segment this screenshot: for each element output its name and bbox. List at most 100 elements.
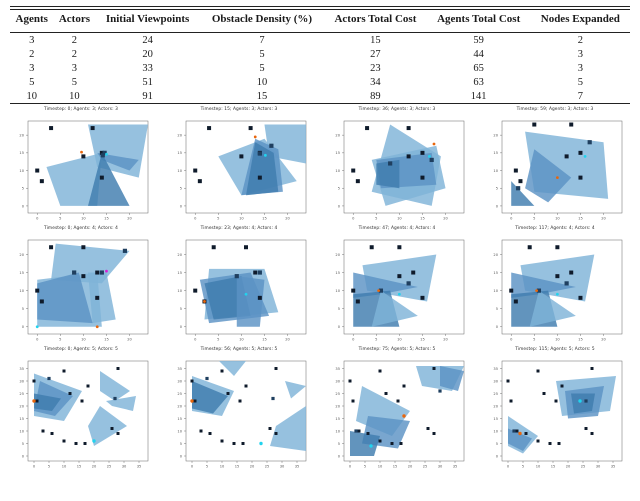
obstacle-marker	[116, 432, 120, 435]
y-tick-label: 0	[496, 454, 499, 458]
y-tick-label: 10	[177, 289, 182, 293]
agent-marker	[99, 270, 104, 275]
y-tick-label: 5	[180, 307, 182, 311]
agent-marker	[100, 153, 105, 158]
obstacle-marker	[420, 295, 425, 300]
table-cell: 63	[473, 76, 484, 88]
panel-title: Timestep: 36; Agents: 3; Actors: 3	[358, 107, 436, 112]
x-tick-label: 10	[397, 216, 402, 220]
y-tick-label: 10	[493, 169, 498, 173]
table-cell: 3	[29, 62, 35, 74]
obstacle-marker	[116, 367, 120, 370]
figure-panel: Timestep: 115; Agents: 5; Actors: 5 0 5 10 1…	[476, 346, 634, 473]
actor-marker	[369, 444, 373, 448]
y-tick-label: 5	[22, 442, 24, 446]
obstacle-marker	[509, 399, 513, 403]
y-tick-label: 15	[19, 417, 24, 421]
table-cell: 89	[370, 90, 381, 102]
table-cell: 34	[370, 76, 381, 88]
y-tick-label: 30	[177, 379, 182, 383]
actor-marker	[555, 176, 559, 180]
panel-title: Timestep: 15; Agents: 3; Actors: 3	[200, 107, 278, 112]
actor-marker	[190, 399, 194, 403]
obstacle-marker	[397, 245, 402, 250]
column-header-nodes-expanded: Nodes Expanded	[540, 13, 620, 25]
agent-marker	[257, 151, 262, 156]
table-cell: 3	[577, 48, 583, 60]
agent-marker	[72, 270, 77, 275]
actor-marker	[518, 431, 522, 436]
y-tick-label: 10	[19, 429, 24, 433]
visibility-polygon	[571, 393, 595, 414]
obstacle-marker	[348, 379, 352, 383]
obstacle-marker	[420, 175, 425, 180]
y-tick-label: 0	[338, 204, 341, 208]
y-tick-label: 35	[493, 367, 498, 371]
panel-title: Timestep: 59; Agents: 3; Actors: 3	[516, 107, 594, 112]
panel-title: Timestep: 117; Agents: 4; Actors: 4	[515, 226, 595, 231]
agent-marker	[234, 274, 239, 279]
x-tick-label: 20	[285, 216, 290, 220]
y-tick-label: 5	[338, 187, 340, 191]
obstacle-marker	[41, 429, 45, 433]
plot-canvas: 0 5 10 15 20 0 5 10 15 20	[335, 120, 465, 220]
obstacle-marker	[532, 122, 537, 127]
table-cell: 10	[256, 76, 268, 88]
y-tick-label: 0	[22, 325, 25, 329]
figure-grid: Timestep: 0; Agents: 3; Actors: 3 0 5 10 15 2…	[0, 106, 640, 473]
x-tick-label: 20	[92, 464, 97, 468]
agent-marker	[205, 376, 209, 381]
obstacle-marker	[548, 442, 552, 445]
column-header-agents: Agents	[15, 13, 48, 25]
panel-title: Timestep: 0; Agents: 4; Actors: 4	[44, 226, 118, 231]
obstacle-marker	[49, 126, 54, 131]
obstacle-marker	[49, 245, 54, 250]
obstacle-marker	[506, 379, 510, 383]
obstacle-marker	[524, 432, 528, 435]
x-tick-label: 0	[194, 216, 197, 220]
figure-panel: Timestep: 75; Agents: 5; Actors: 5 0 5 10 15…	[318, 346, 476, 473]
obstacle-marker	[257, 295, 262, 300]
obstacle-marker	[432, 367, 436, 370]
figure-panel: Timestep: 0; Agents: 3; Actors: 3 0 5 10 15 2…	[2, 106, 160, 225]
x-tick-label: 15	[262, 337, 267, 341]
x-tick-label: 5	[217, 216, 219, 220]
obstacle-marker	[197, 179, 202, 184]
obstacle-marker	[406, 126, 411, 131]
agent-marker	[564, 281, 569, 286]
x-tick-label: 15	[235, 464, 240, 468]
figure-panel: Timestep: 56; Agents: 5; Actors: 5 0 5 10 15…	[160, 346, 318, 473]
y-tick-label: 0	[338, 454, 341, 458]
x-tick-label: 20	[601, 216, 606, 220]
y-tick-label: 5	[338, 442, 340, 446]
y-tick-label: 35	[335, 367, 340, 371]
obstacle-marker	[199, 429, 203, 433]
column-header-obstacle-density: Obstacle Density (%)	[211, 13, 313, 25]
y-tick-label: 0	[22, 454, 25, 458]
x-tick-label: 0	[352, 216, 355, 220]
obstacle-marker	[193, 168, 198, 173]
actor-marker	[253, 135, 257, 139]
y-tick-label: 10	[493, 289, 498, 293]
obstacle-marker	[369, 245, 374, 250]
x-tick-label: 20	[408, 464, 413, 468]
obstacle-marker	[35, 288, 40, 293]
obstacle-marker	[274, 367, 278, 370]
y-tick-label: 25	[19, 392, 24, 396]
y-tick-label: 20	[493, 134, 498, 138]
table-cell: 5	[29, 76, 35, 88]
y-tick-label: 20	[493, 404, 498, 408]
obstacle-marker	[95, 295, 100, 300]
obstacle-marker	[268, 427, 272, 430]
actor-marker	[263, 153, 267, 157]
obstacle-marker	[62, 439, 66, 443]
table-cell: 2	[71, 48, 78, 60]
x-tick-label: 0	[194, 337, 197, 341]
agent-marker	[271, 396, 275, 401]
actor-marker	[397, 292, 401, 296]
actor-marker	[105, 152, 108, 156]
agent-marker	[406, 281, 411, 286]
x-tick-label: 20	[443, 337, 448, 341]
y-tick-label: 35	[177, 367, 182, 371]
table-cell: 2	[577, 34, 583, 46]
